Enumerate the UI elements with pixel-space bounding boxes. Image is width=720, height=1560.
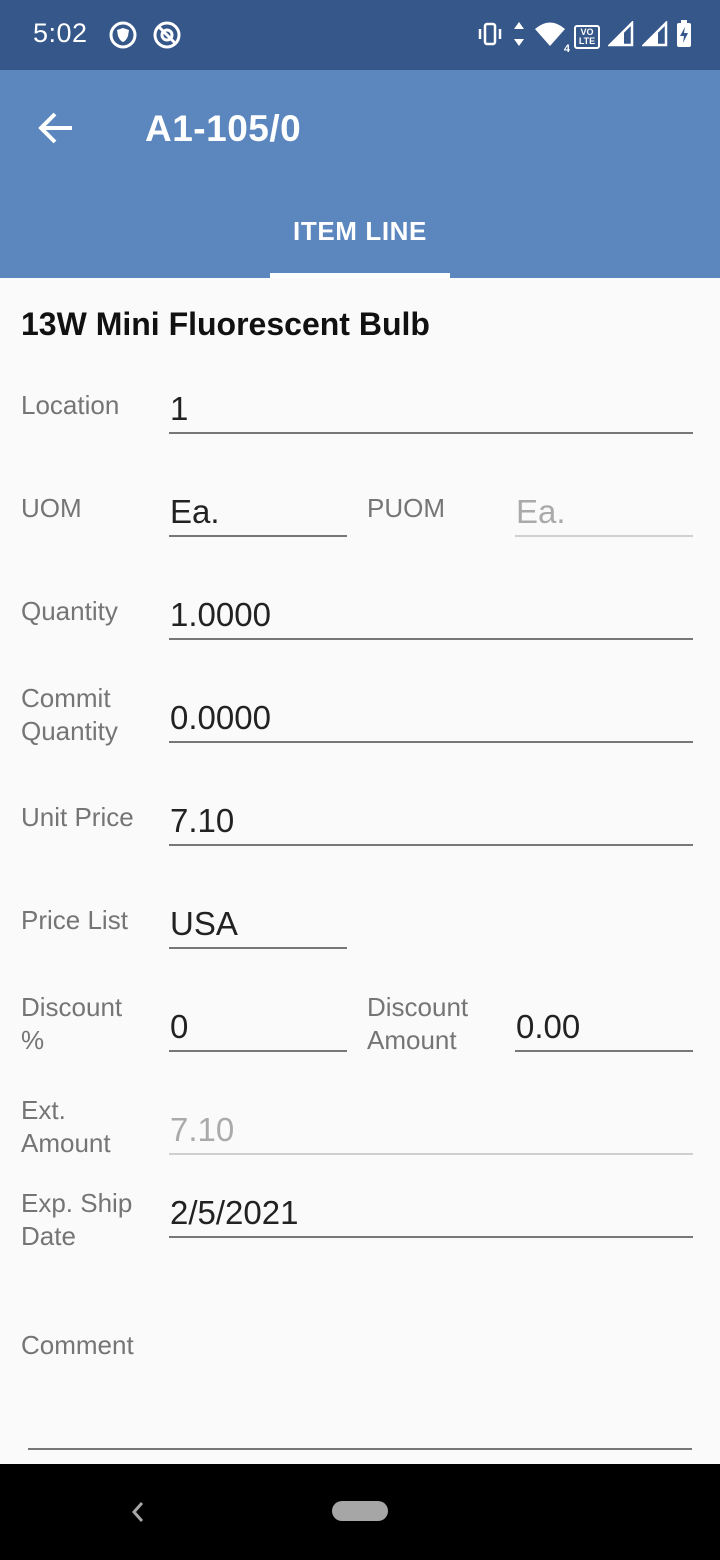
discount-pct-value: 0 xyxy=(170,1008,189,1045)
commit-quantity-value: 0.0000 xyxy=(170,699,271,736)
tab-indicator xyxy=(270,273,450,278)
shield-icon xyxy=(108,20,138,55)
status-time: 5:02 xyxy=(33,18,88,48)
nav-home-pill[interactable] xyxy=(332,1501,388,1521)
app-bar: A1-105/0 ITEM LINE xyxy=(0,70,720,278)
signal-icon xyxy=(606,19,634,52)
page-title: A1-105/0 xyxy=(145,108,302,149)
puom-value: Ea. xyxy=(516,493,566,530)
quantity-value: 1.0000 xyxy=(170,596,271,633)
system-nav-bar xyxy=(0,1464,720,1560)
item-title: 13W Mini Fluorescent Bulb xyxy=(21,306,430,342)
wifi-icon: 4 xyxy=(534,20,570,55)
discount-pct-label: Discount % xyxy=(21,992,123,1055)
no-sync-icon xyxy=(152,20,182,55)
ext-amount-value: 7.10 xyxy=(170,1111,235,1148)
commit-quantity-field[interactable]: 0.0000 xyxy=(169,699,693,743)
status-right-icons: 4 VO LTE xyxy=(476,19,692,55)
tab-label: ITEM LINE xyxy=(293,216,427,246)
screen: 5:02 4 VO LTE A1-105/0 ITEM LINE 13W Min… xyxy=(0,0,720,1560)
data-arrows-icon xyxy=(512,20,526,53)
price-list-field[interactable]: USA xyxy=(169,905,347,949)
status-left-icons xyxy=(108,20,182,55)
unit-price-field[interactable]: 7.10 xyxy=(169,802,693,846)
arrow-left-icon xyxy=(36,108,76,153)
signal-icon xyxy=(640,19,668,52)
location-label: Location xyxy=(21,390,120,420)
tab-item-line[interactable]: ITEM LINE xyxy=(270,202,450,278)
exp-ship-date-label: Exp. Ship Date xyxy=(21,1188,133,1251)
discount-amount-value: 0.00 xyxy=(516,1008,581,1045)
location-field[interactable]: 1 xyxy=(169,390,693,434)
battery-charging-icon xyxy=(676,20,692,53)
nav-back-button[interactable] xyxy=(120,1494,156,1530)
exp-ship-date-field[interactable]: 2/5/2021 xyxy=(169,1194,693,1238)
vibrate-icon xyxy=(476,20,504,53)
status-bar: 5:02 4 VO LTE xyxy=(0,0,720,70)
quantity-field[interactable]: 1.0000 xyxy=(169,596,693,640)
uom-value: Ea. xyxy=(170,493,220,530)
wifi-badge: 4 xyxy=(563,43,570,55)
unit-price-label: Unit Price xyxy=(21,802,134,832)
chevron-left-icon xyxy=(120,1502,156,1534)
uom-label: UOM xyxy=(21,493,82,523)
location-value: 1 xyxy=(170,390,189,427)
volte-icon: VO LTE xyxy=(574,24,600,49)
discount-amount-field[interactable]: 0.00 xyxy=(515,1008,693,1052)
unit-price-value: 7.10 xyxy=(170,802,235,839)
ext-amount-label: Ext. Amount xyxy=(21,1095,111,1158)
commit-quantity-label: Commit Quantity xyxy=(21,683,118,746)
uom-field[interactable]: Ea. xyxy=(169,493,347,537)
comment-field[interactable] xyxy=(28,1390,692,1450)
price-list-label: Price List xyxy=(21,905,128,935)
comment-label: Comment xyxy=(21,1330,134,1360)
puom-label: PUOM xyxy=(367,493,445,523)
exp-ship-date-value: 2/5/2021 xyxy=(170,1194,299,1231)
quantity-label: Quantity xyxy=(21,596,118,626)
discount-amount-label: Discount Amount xyxy=(367,992,469,1055)
price-list-value: USA xyxy=(170,905,238,942)
back-button[interactable] xyxy=(24,98,88,162)
discount-pct-field[interactable]: 0 xyxy=(169,1008,347,1052)
ext-amount-field: 7.10 xyxy=(169,1111,693,1155)
puom-field: Ea. xyxy=(515,493,693,537)
